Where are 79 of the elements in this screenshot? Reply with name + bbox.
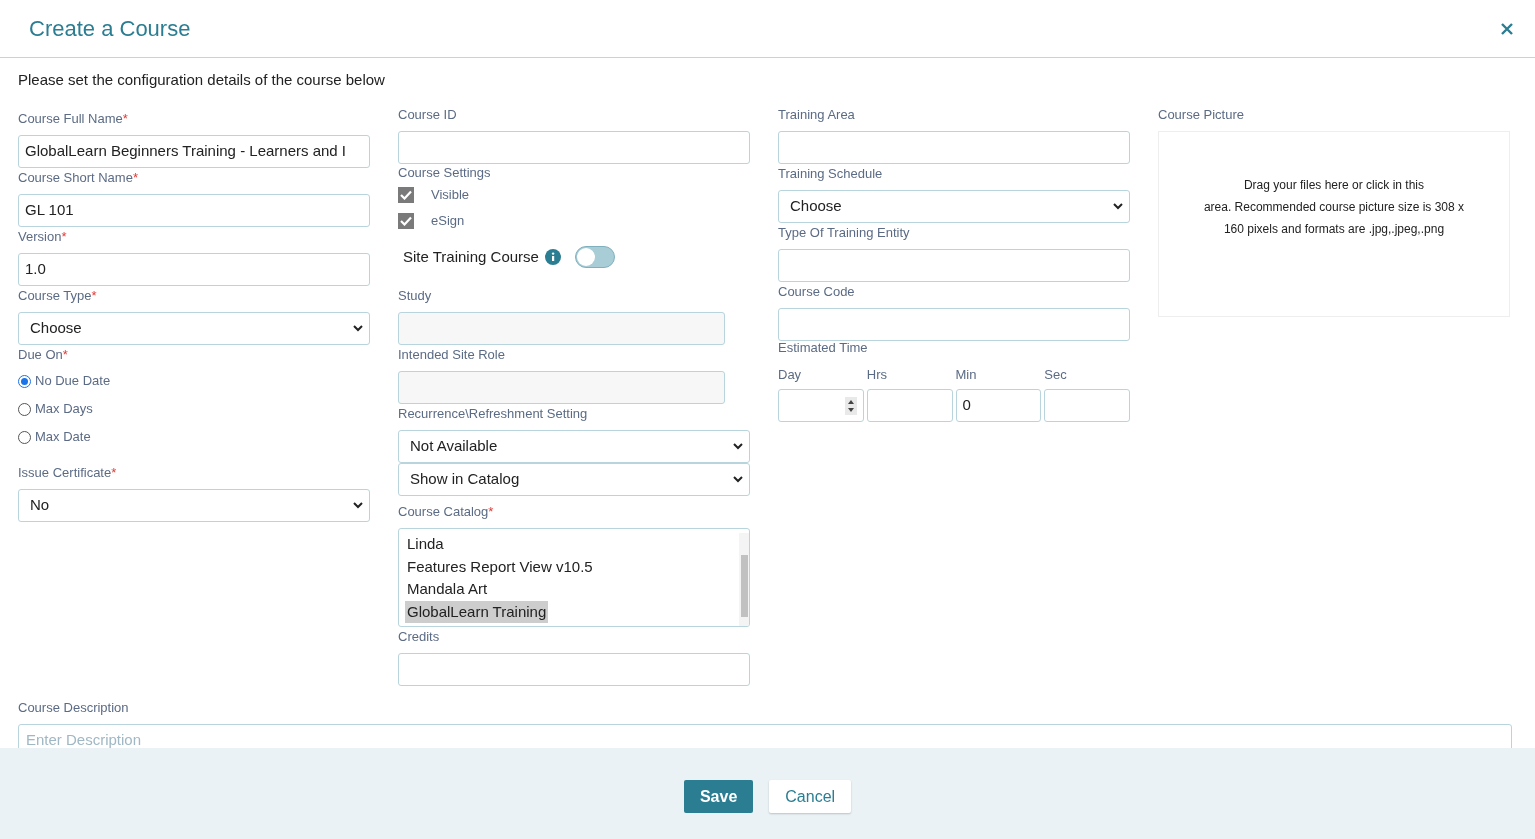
input-field[interactable] — [778, 389, 864, 422]
time-unit-label: Hrs — [866, 366, 887, 385]
dialog-title: Create a Course — [29, 15, 191, 43]
intro-text: Please set the configuration details of the course below — [18, 69, 385, 90]
input-field[interactable] — [778, 308, 1130, 341]
spinner-icon[interactable] — [844, 396, 857, 415]
chevron-down-icon — [733, 476, 743, 483]
select-field[interactable]: Show in Catalog — [398, 463, 750, 496]
input-field[interactable]: GlobalLearn Beginners Training - Learners and I — [18, 135, 370, 168]
chevron-down-icon — [353, 325, 363, 332]
list-box[interactable]: Linda Features Report View v10.5 Mandala Art GlobalLearn Training — [398, 528, 750, 627]
field-label: Estimated Time — [778, 339, 868, 358]
input-field[interactable]: GL 101 — [18, 194, 370, 227]
select-field[interactable]: Choose — [18, 312, 370, 345]
list-option[interactable]: Features Report View v10.5 — [405, 555, 595, 578]
required-mark: * — [111, 464, 117, 483]
file-drop-area[interactable]: Drag your files here or click in this area. Recommended course picture size is 308 x 160 pixels and formats are .jpg,.jpeg,.png — [1158, 131, 1510, 317]
required-mark: * — [122, 110, 128, 129]
input-field[interactable] — [398, 131, 750, 164]
input-field[interactable] — [866, 389, 953, 422]
input-field[interactable]: 1.0 — [18, 253, 370, 286]
save-button[interactable]: Save — [683, 780, 754, 813]
radio-label: Max Days — [35, 400, 93, 419]
checkbox[interactable] — [398, 213, 414, 229]
scrollbar[interactable] — [739, 533, 749, 626]
chevron-down-icon — [1113, 203, 1123, 210]
list-option[interactable]: Mandala Art — [405, 578, 490, 601]
field-label: Training Schedule — [778, 165, 883, 184]
input-field[interactable] — [778, 131, 1130, 164]
field-label: Training Area — [778, 106, 855, 125]
select-field[interactable]: Choose — [778, 190, 1130, 223]
time-unit-label: Sec — [1044, 366, 1067, 385]
field-label: Due On — [18, 346, 63, 365]
required-mark: * — [61, 228, 67, 247]
field-label: Study — [398, 287, 432, 306]
field-label: Recurrence\Refreshment Setting — [398, 405, 588, 424]
info-icon — [544, 249, 561, 265]
input-field[interactable] — [398, 653, 750, 686]
list-option[interactable]: GlobalLearn Training — [405, 600, 549, 623]
required-mark: * — [62, 346, 68, 365]
field-label: Course Description — [18, 699, 129, 718]
chevron-down-icon — [353, 502, 363, 509]
time-unit-label: Min — [955, 366, 977, 385]
toggle-label: Site Training Course — [403, 246, 539, 267]
field-label: Course Picture — [1158, 106, 1244, 125]
field-label: Course Catalog — [398, 503, 489, 522]
field-label: Course Code — [778, 283, 855, 302]
checkbox-label: Visible — [431, 186, 470, 205]
drop-hint: Drag your files here or click in this — [1243, 177, 1425, 194]
radio-label: Max Date — [35, 428, 91, 447]
field-label: Course Settings — [398, 164, 491, 183]
field-label: Intended Site Role — [398, 346, 505, 365]
chevron-down-icon — [733, 443, 743, 450]
input-field[interactable] — [1044, 389, 1130, 422]
required-mark: * — [132, 169, 138, 188]
cancel-button[interactable]: Cancel — [769, 780, 852, 813]
checkbox-label: eSign — [431, 212, 465, 231]
list-option[interactable]: Linda — [405, 533, 446, 556]
select-field[interactable]: No — [18, 489, 370, 522]
radio-label: No Due Date — [35, 372, 111, 391]
time-unit-label: Day — [778, 366, 802, 385]
field-label: Issue Certificate — [18, 464, 112, 483]
drop-hint: 160 pixels and formats are .jpg,.jpeg,.png — [1223, 221, 1445, 238]
field-label: Course Full Name — [18, 110, 123, 129]
field-label: Course Short Name — [18, 169, 133, 188]
input-field[interactable]: 0 — [955, 389, 1042, 422]
input-field[interactable] — [778, 249, 1130, 282]
field-label: Course Type — [18, 287, 92, 306]
field-label: Credits — [398, 628, 440, 647]
close-icon[interactable] — [1501, 22, 1513, 35]
field-label: Course ID — [398, 106, 457, 125]
field-label: Type Of Training Entity — [778, 224, 910, 243]
drop-hint: area. Recommended course picture size is 308 x — [1203, 199, 1465, 216]
field-label: Version — [18, 228, 62, 247]
select-field[interactable]: Not Available — [398, 430, 750, 463]
checkbox[interactable] — [398, 187, 414, 203]
toggle-switch[interactable] — [574, 246, 615, 268]
required-mark: * — [488, 503, 494, 522]
required-mark: * — [91, 287, 97, 306]
